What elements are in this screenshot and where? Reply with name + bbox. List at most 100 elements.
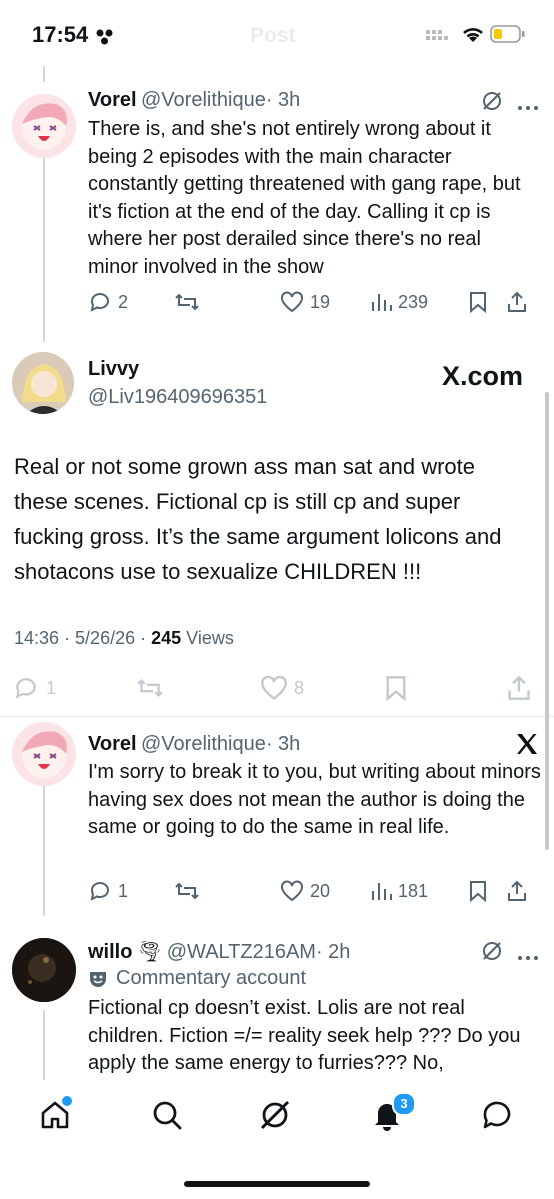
reply-count: 1 [118, 880, 129, 901]
like-button[interactable]: 20 [280, 880, 370, 902]
views-button[interactable]: 239 [370, 291, 468, 313]
commentary-label: Commentary account [88, 967, 306, 990]
author-handle[interactable]: @Vorelithique [141, 733, 266, 755]
heart-icon [281, 291, 303, 313]
quote-like-button[interactable]: 8 [260, 675, 384, 701]
thread-line-reply2 [43, 786, 45, 916]
views-button[interactable]: 181 [370, 880, 468, 902]
commentary-text: Commentary account [116, 967, 307, 989]
author-name[interactable]: Vorel [88, 733, 137, 755]
grok-icon[interactable] [481, 90, 503, 117]
view-count: 181 [398, 880, 429, 901]
avatar[interactable] [12, 722, 76, 786]
share-button[interactable] [506, 291, 528, 313]
share-icon [508, 291, 526, 312]
post-time: · 2h [315, 941, 351, 963]
quote-timestamp: 14:36 · 5/26/26 · [14, 628, 152, 648]
post-time: · 3h [265, 89, 301, 111]
quote-like-count: 8 [294, 677, 305, 698]
grok-icon[interactable] [481, 940, 503, 967]
focus-mode-icon [94, 28, 116, 51]
heart-icon [261, 675, 287, 700]
tab-home[interactable] [38, 1096, 72, 1137]
view-count: 239 [398, 291, 429, 312]
scroll-indicator[interactable] [545, 392, 549, 850]
quote-reply-count: 1 [46, 677, 57, 698]
thread-line-reply1 [43, 158, 45, 342]
bookmark-icon [470, 292, 486, 313]
share-button[interactable] [506, 880, 528, 902]
quote-repost-button[interactable] [136, 675, 260, 701]
repost-button[interactable] [174, 290, 280, 314]
share-icon [508, 880, 526, 901]
more-options-icon[interactable] [517, 98, 539, 116]
heart-icon [281, 880, 303, 902]
tab-search[interactable] [150, 1098, 184, 1137]
quote-share-button[interactable] [506, 675, 532, 701]
quote-bookmark-button[interactable] [384, 675, 506, 701]
grok-icon [260, 1100, 290, 1130]
reply2-header: Vorel @Vorelithique· 3h [88, 733, 300, 756]
quote-author-name[interactable]: Livvy [88, 358, 139, 381]
reply-icon [90, 882, 109, 901]
reply-icon [15, 678, 36, 699]
action-bar: 2 19 239 [88, 290, 540, 314]
repost-icon [175, 293, 199, 311]
home-indicator[interactable] [184, 1181, 370, 1187]
quote-reply-button[interactable]: 1 [12, 675, 136, 701]
reply-count: 2 [118, 291, 129, 312]
thread-line-top [43, 66, 45, 82]
repost-icon [137, 678, 163, 698]
like-button[interactable]: 19 [280, 291, 370, 313]
wifi-icon [461, 25, 485, 48]
more-options-icon[interactable] [517, 948, 539, 966]
chat-bubble-icon [483, 1101, 511, 1129]
author-handle[interactable]: @Vorelithique [141, 89, 266, 111]
theater-mask-icon [90, 971, 106, 987]
like-count: 20 [310, 880, 331, 901]
bookmark-button[interactable] [468, 291, 506, 313]
search-icon [153, 1101, 182, 1130]
bookmark-icon [470, 881, 486, 902]
author-name[interactable]: Vorel [88, 89, 137, 111]
avatar[interactable] [12, 94, 76, 158]
page-title-faded: Post [250, 24, 296, 47]
status-time: 17:54 [32, 22, 89, 47]
quote-action-bar: 1 8 [12, 675, 536, 701]
quote-text: Real or not some grown ass man sat and w… [14, 454, 502, 584]
repost-icon [175, 882, 199, 900]
reply3-header: willo 🌪 @WALTZ216AM· 2h [88, 939, 350, 964]
author-handle[interactable]: @WALTZ216AM [167, 941, 316, 963]
tab-grok[interactable] [258, 1098, 292, 1137]
quote-meta: 14:36 · 5/26/26 · 245 Views [14, 628, 234, 649]
x-logo-icon [515, 732, 539, 761]
tab-messages[interactable] [480, 1098, 514, 1137]
share-icon [508, 675, 530, 700]
tornado-emoji: 🌪 [136, 941, 163, 963]
reply-icon [90, 293, 109, 312]
tab-notifications[interactable]: 3 [370, 1092, 416, 1137]
post-text: I'm sorry to break it to you, but writin… [88, 761, 541, 838]
home-notification-dot [62, 1096, 72, 1106]
avatar[interactable] [12, 938, 76, 1002]
quote-views-label: Views [181, 628, 234, 648]
views-icon [372, 883, 392, 900]
brand-label: X.com [442, 361, 524, 391]
thread-line-reply3 [43, 1010, 45, 1080]
quote-author-handle[interactable]: @Liv196409696351 [88, 386, 267, 409]
author-name[interactable]: willo [88, 941, 132, 963]
battery-icon [490, 24, 526, 49]
post-text: Fictional cp doesn’t exist. Lolis are no… [88, 997, 521, 1074]
avatar[interactable] [12, 352, 74, 414]
post-time: · 3h [265, 733, 301, 755]
like-count: 19 [310, 291, 331, 312]
repost-button[interactable] [174, 879, 280, 903]
quote-views-count: 245 [151, 628, 182, 648]
action-bar: 1 20 181 [88, 879, 540, 903]
views-icon [372, 294, 392, 311]
cellular-signal-icon [426, 30, 454, 49]
reply-button[interactable]: 1 [88, 879, 174, 903]
reply-button[interactable]: 2 [88, 290, 174, 314]
bookmark-button[interactable] [468, 880, 506, 902]
post-text: There is, and she's not entirely wrong a… [88, 118, 521, 278]
